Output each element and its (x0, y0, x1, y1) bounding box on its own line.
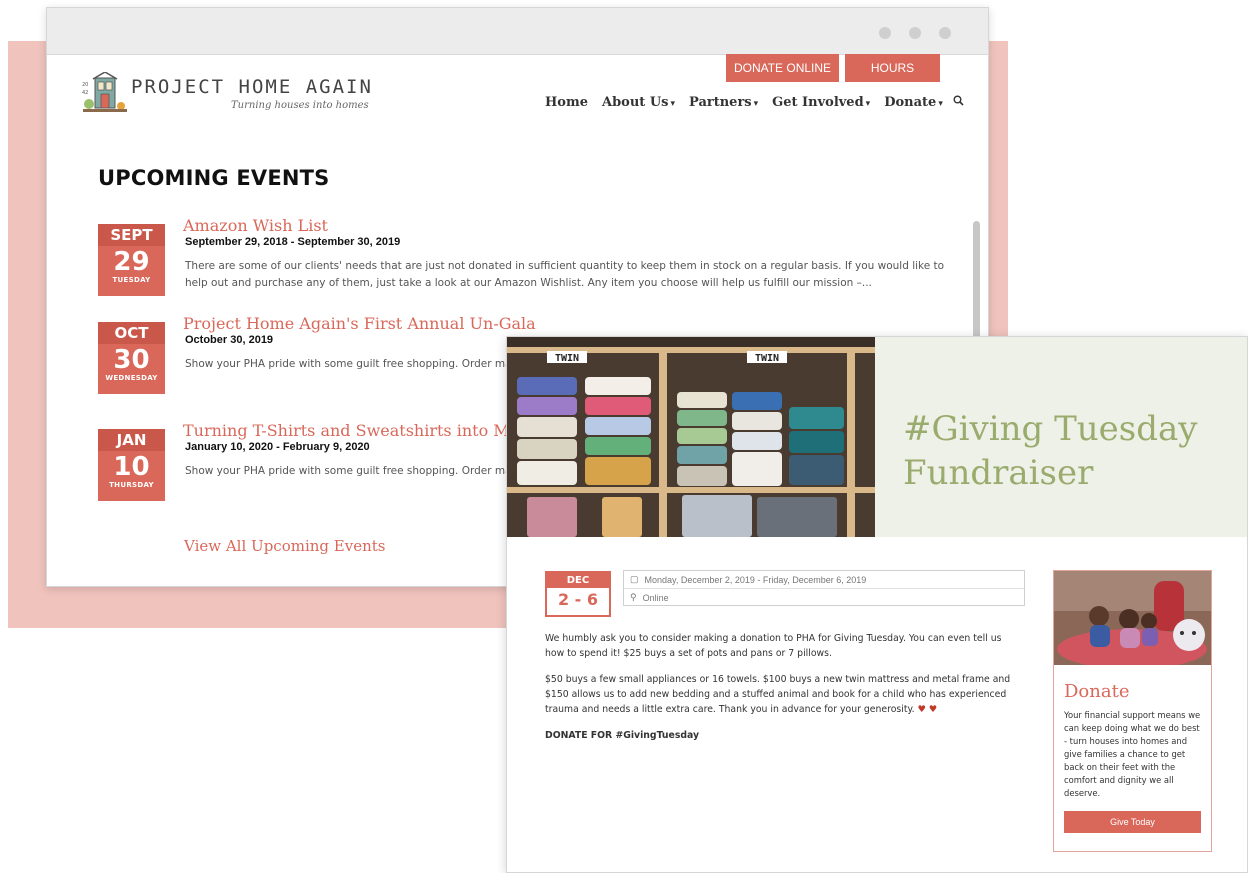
window-control-dot[interactable] (909, 27, 921, 39)
nav-home-label: Home (545, 95, 588, 110)
donate-card: Donate Your financial support means we c… (1053, 570, 1212, 852)
children-photo (1054, 571, 1211, 665)
event-where-row: ⚲ Online (624, 588, 1024, 606)
chevron-down-icon: ▾ (938, 99, 943, 109)
event-day: 29 (113, 247, 150, 277)
event-when-row: ▢ Monday, December 2, 2019 - Friday, Dec… (624, 571, 1024, 588)
event-weekday: TUESDAY (112, 276, 151, 284)
event-day: 10 (113, 452, 150, 482)
event-paragraph: $50 buys a few small appliances or 16 to… (545, 672, 1020, 717)
event-description: There are some of our clients' needs tha… (185, 260, 945, 289)
event-month: JAN (98, 429, 165, 451)
event-month: OCT (98, 322, 165, 344)
event-detail-title-line1: #Giving Tuesday (903, 409, 1198, 449)
donate-card-text: Your financial support means we can keep… (1064, 710, 1201, 798)
nav-partners-label: Partners (689, 95, 752, 110)
event-month: DEC (547, 573, 609, 588)
shelves-photo: TWIN TWIN (507, 337, 875, 537)
shelf-label: TWIN (555, 353, 579, 364)
nav-about[interactable]: About Us ▾ (602, 95, 675, 110)
event-date-range: October 30, 2019 (185, 334, 274, 346)
logo-tagline: Turning houses into homes (231, 100, 369, 111)
event-title-link[interactable]: Amazon Wish List (183, 216, 328, 235)
event-weekday: WEDNESDAY (105, 374, 158, 382)
event-date-badge: DEC 2 - 6 (545, 571, 611, 617)
hours-button[interactable]: HOURS (845, 54, 940, 82)
shelf-label: TWIN (755, 353, 779, 364)
hearts-emoji-icon: ♥ ♥ (917, 704, 938, 715)
event-day: 30 (113, 345, 150, 375)
event-body: We humbly ask you to consider making a d… (545, 631, 1020, 754)
event-date-badge: SEPT 29 TUESDAY (98, 224, 165, 296)
browser-chrome (47, 8, 988, 55)
event-date-badge: JAN 10 THURSDAY (98, 429, 165, 501)
event-weekday: THURSDAY (109, 481, 154, 489)
event-date-range: January 10, 2020 - February 9, 2020 (185, 441, 370, 453)
event-when: Monday, December 2, 2019 - Friday, Decem… (644, 574, 867, 585)
event-days: 2 - 6 (557, 590, 599, 609)
donate-online-button[interactable]: DONATE ONLINE (726, 54, 839, 82)
donate-cta-link[interactable]: DONATE FOR #GivingTuesday (545, 728, 1020, 743)
event-where: Online (642, 592, 669, 603)
chevron-down-icon: ▾ (753, 99, 759, 109)
event-month: SEPT (98, 224, 165, 246)
nav-partners[interactable]: Partners ▾ (689, 95, 758, 110)
give-today-button[interactable]: Give Today (1064, 811, 1201, 833)
main-nav: Home About Us ▾ Partners ▾ Get Involved ▾ D… (545, 95, 978, 110)
location-pin-icon: ⚲ (630, 592, 637, 602)
view-all-events-link[interactable]: View All Upcoming Events (184, 537, 385, 555)
event-info-box: ▢ Monday, December 2, 2019 - Friday, Dec… (623, 570, 1025, 606)
calendar-icon: ▢ (630, 574, 639, 584)
nav-home[interactable]: Home (545, 95, 588, 110)
window-control-dot[interactable] (939, 27, 951, 39)
site-logo[interactable]: 20 42 PROJECT HOME AGAIN Turning houses … (81, 70, 371, 120)
event-date-badge: OCT 30 WEDNESDAY (98, 322, 165, 394)
logo-name: PROJECT HOME AGAIN (131, 76, 373, 98)
event-paragraph-text: $50 buys a few small appliances or 16 to… (545, 674, 1011, 715)
nav-donate[interactable]: Donate ▾ (884, 95, 943, 110)
chevron-down-icon: ▾ (865, 99, 871, 109)
window-control-dot[interactable] (879, 27, 891, 39)
event-detail-window: TWIN TWIN #Giving Tuesday Fundraiser DEC… (506, 336, 1248, 873)
event-paragraph: We humbly ask you to consider making a d… (545, 633, 1002, 659)
house-logo-icon: 20 42 (82, 72, 127, 112)
event-title-link[interactable]: Turning T-Shirts and Sweatshirts into M (183, 421, 510, 440)
page-title: UPCOMING EVENTS (98, 166, 330, 190)
svg-text:42: 42 (82, 90, 88, 96)
event-title-link[interactable]: Project Home Again's First Annual Un-Gal… (183, 314, 536, 333)
search-icon[interactable] (953, 95, 964, 110)
event-date-range: September 29, 2018 - September 30, 2019 (185, 236, 401, 248)
event-detail-title-line2: Fundraiser (903, 453, 1094, 493)
nav-get-involved-label: Get Involved (772, 95, 864, 110)
chevron-down-icon: ▾ (670, 99, 676, 109)
nav-donate-label: Donate (884, 95, 937, 110)
donate-card-title: Donate (1064, 681, 1130, 702)
svg-text:20: 20 (82, 82, 88, 88)
nav-get-involved[interactable]: Get Involved ▾ (772, 95, 870, 110)
event-detail-title: #Giving Tuesday Fundraiser (903, 407, 1197, 495)
nav-about-label: About Us (601, 95, 669, 110)
